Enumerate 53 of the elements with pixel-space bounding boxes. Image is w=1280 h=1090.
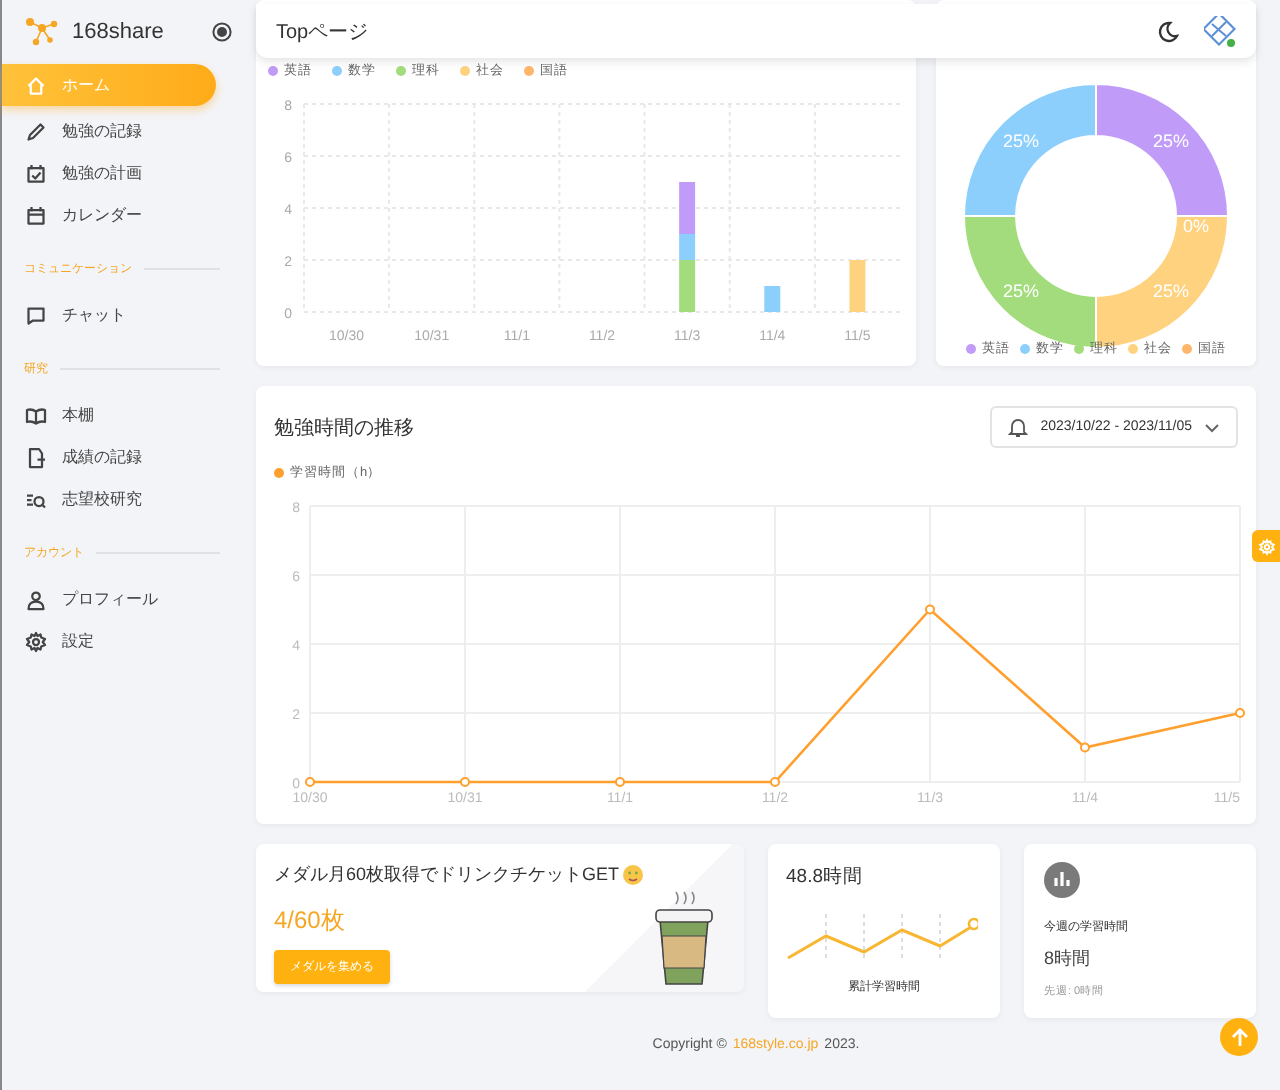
- nav-item[interactable]: 志望校研究: [2, 478, 216, 520]
- nav-item[interactable]: チャット: [2, 294, 216, 336]
- donut-slice: [1095, 83, 1229, 217]
- data-point: [1080, 742, 1090, 753]
- bar: [764, 286, 781, 312]
- logo-text: 168share: [72, 20, 166, 44]
- emoji-icon: [621, 864, 644, 886]
- bar-chart-icon: [1044, 862, 1080, 898]
- data-point: [615, 777, 625, 787]
- medal-count: 4/60枚: [274, 904, 345, 938]
- nav-item[interactable]: 勉強の記録: [2, 110, 216, 152]
- bar: [849, 260, 866, 312]
- card-title: 勉強時間の推移: [274, 415, 414, 441]
- collapse-toggle-icon[interactable]: [212, 22, 232, 42]
- nav-item[interactable]: 設定: [2, 620, 216, 662]
- nav-item[interactable]: 本棚: [2, 394, 216, 436]
- slice-label: 25%: [1003, 131, 1040, 152]
- nav-item[interactable]: 勉強の計画: [2, 152, 216, 194]
- nav-icon: [24, 203, 48, 227]
- nav-icon: [24, 119, 48, 143]
- card-title: メダル月60枚取得でドリンクチケットGET: [274, 862, 620, 888]
- nav-icon: [24, 73, 48, 97]
- nav-icon: [24, 445, 48, 469]
- nav-icon: [24, 629, 48, 653]
- nav-icon: [24, 587, 48, 611]
- data-point: [460, 777, 470, 787]
- chevron-down-icon: [1204, 421, 1220, 433]
- stat-value: 8時間: [1044, 946, 1091, 972]
- moon-icon[interactable]: [1156, 19, 1180, 43]
- data-point: [770, 777, 780, 787]
- stat-value: 48.8時間: [786, 864, 865, 890]
- gear-icon: [1257, 537, 1275, 555]
- page-title: Topページ: [276, 19, 371, 45]
- donut-slice: [963, 83, 1097, 217]
- nav-icon: [24, 161, 48, 185]
- data-point: [925, 604, 935, 615]
- bell-icon: [1008, 416, 1029, 438]
- data-point: [1235, 708, 1245, 718]
- avatar-icon[interactable]: [1204, 15, 1236, 47]
- nav-item[interactable]: プロフィール: [2, 578, 216, 620]
- scroll-to-top-button[interactable]: [1220, 1018, 1258, 1056]
- nav-item[interactable]: 成績の記録: [2, 436, 216, 478]
- data-point: [305, 777, 315, 787]
- slice-label: 0%: [1183, 216, 1209, 236]
- nav-icon: [24, 403, 48, 427]
- nav-item[interactable]: カレンダー: [2, 194, 216, 236]
- slice-label: 25%: [1152, 280, 1189, 301]
- arrow-up-icon: [1229, 1027, 1249, 1047]
- logo-icon: [24, 16, 60, 48]
- slice-label: 25%: [1152, 131, 1189, 152]
- slice-label: 25%: [1003, 280, 1040, 301]
- settings-button[interactable]: [1252, 530, 1280, 562]
- nav-icon: [24, 303, 48, 327]
